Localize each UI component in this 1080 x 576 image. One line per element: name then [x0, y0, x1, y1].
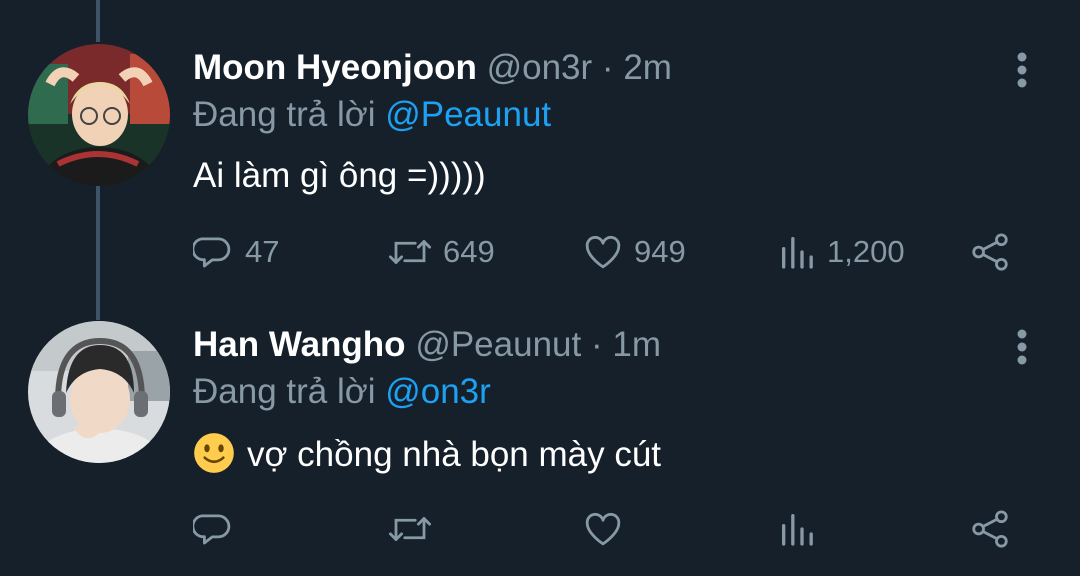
- mention-link[interactable]: @on3r: [385, 372, 491, 411]
- avatar-photo: [28, 321, 170, 463]
- share-button[interactable]: [968, 228, 1012, 276]
- like-button[interactable]: [582, 505, 634, 553]
- separator-dot: ·: [590, 325, 603, 364]
- retweet-button[interactable]: [387, 505, 443, 553]
- tweet-header: Han Wangho @Peaunut · 1m: [193, 325, 661, 365]
- retweet-count: 649: [443, 234, 495, 269]
- separator-dot: ·: [601, 48, 614, 87]
- thread-connector-top: [96, 0, 100, 42]
- replying-to: Đang trả lời @Peaunut: [193, 95, 551, 135]
- reply-button[interactable]: [193, 505, 245, 553]
- heart-icon: [585, 512, 621, 546]
- tweet-actions: [0, 505, 1080, 553]
- share-icon: [972, 233, 1008, 271]
- heart-icon: [585, 235, 621, 269]
- tweet-time[interactable]: 1m: [612, 325, 661, 364]
- tweet-header: Moon Hyeonjoon @on3r · 2m: [193, 48, 672, 88]
- tweet-text-content: vợ chồng nhà bọn mày cút: [247, 435, 662, 474]
- slightly-smiling-face-icon: [194, 433, 234, 473]
- share-button[interactable]: [968, 505, 1012, 553]
- like-count: 949: [634, 234, 686, 269]
- replying-to-label: Đang trả lời: [193, 95, 376, 134]
- more-options-button[interactable]: [1010, 327, 1034, 367]
- views-button[interactable]: 1,200: [777, 228, 905, 276]
- display-name[interactable]: Moon Hyeonjoon: [193, 48, 477, 87]
- replying-to-label: Đang trả lời: [193, 372, 376, 411]
- display-name[interactable]: Han Wangho: [193, 325, 406, 364]
- reply-button[interactable]: 47: [193, 228, 279, 276]
- avatar-photo: [28, 44, 170, 186]
- tweet-text-content: Ai làm gì ông =))))): [193, 156, 486, 195]
- user-avatar[interactable]: [28, 44, 170, 186]
- share-icon: [972, 510, 1008, 548]
- speech-bubble-icon: [193, 514, 231, 545]
- tweet-time[interactable]: 2m: [623, 48, 672, 87]
- retweet-icon: [389, 517, 431, 541]
- tweet-text: vợ chồng nhà bọn mày cút: [193, 432, 661, 476]
- user-handle[interactable]: @on3r: [487, 48, 593, 87]
- like-button[interactable]: 949: [582, 228, 686, 276]
- retweet-icon: [389, 240, 431, 264]
- reply-count: 47: [245, 234, 280, 269]
- mention-link[interactable]: @Peaunut: [385, 95, 551, 134]
- views-count: 1,200: [827, 234, 905, 269]
- vertical-ellipsis-icon: [1017, 52, 1027, 88]
- user-handle[interactable]: @Peaunut: [415, 325, 581, 364]
- speech-bubble-icon: [193, 237, 231, 268]
- views-button[interactable]: [777, 505, 827, 553]
- tweet-text: Ai làm gì ông =))))): [193, 155, 486, 197]
- user-avatar[interactable]: [28, 321, 170, 463]
- retweet-button[interactable]: 649: [387, 228, 495, 276]
- more-options-button[interactable]: [1010, 50, 1034, 90]
- bar-chart-icon: [782, 237, 813, 269]
- vertical-ellipsis-icon: [1017, 329, 1027, 365]
- bar-chart-icon: [782, 514, 813, 546]
- tweet-actions: 47 649 949 1,200: [0, 228, 1080, 276]
- tweet-thread: Moon Hyeonjoon @on3r · 2m Đang trả lời @…: [0, 0, 1080, 576]
- replying-to: Đang trả lời @on3r: [193, 372, 491, 412]
